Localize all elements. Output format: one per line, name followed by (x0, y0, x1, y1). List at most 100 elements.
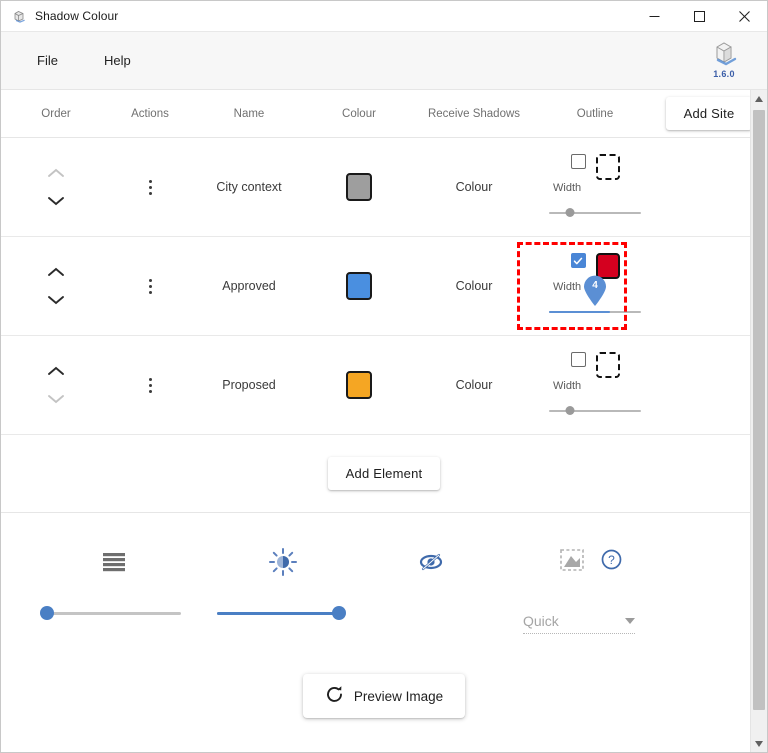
width-slider-track (549, 212, 641, 214)
add-element-band: Add Element (1, 435, 767, 513)
width-slider-thumb[interactable] (565, 406, 575, 415)
window-title: Shadow Colour (35, 9, 119, 23)
width-slider[interactable] (545, 206, 645, 220)
menu-help[interactable]: Help (90, 47, 145, 74)
header-name: Name (233, 107, 265, 120)
width-label: Width (553, 380, 582, 392)
refresh-icon (325, 685, 344, 707)
table-body: City context Colour Width Approved Colou… (1, 138, 767, 435)
row-menu-button[interactable] (148, 377, 152, 393)
tool-brightness (209, 541, 357, 621)
scrollbar-thumb[interactable] (753, 110, 765, 710)
row-menu-button[interactable] (148, 179, 152, 195)
preview-image-label: Preview Image (353, 688, 444, 704)
move-down-button[interactable] (45, 293, 67, 307)
tool-visibility (357, 541, 505, 583)
window-controls (632, 1, 767, 32)
header-outline: Outline (576, 107, 614, 120)
caret-down-icon (625, 618, 635, 624)
scroll-down-arrow[interactable] (751, 735, 767, 752)
brightness-slider[interactable] (217, 605, 346, 621)
width-slider[interactable] (545, 404, 645, 418)
move-down-button[interactable] (45, 194, 67, 208)
header-actions: Actions (131, 107, 169, 120)
tool-export: ? Quick (505, 541, 675, 634)
row-name: Proposed (222, 378, 276, 392)
slider-value-text: 4 (592, 280, 598, 291)
app-version: 1.6.0 (713, 69, 735, 79)
colour-swatch[interactable] (346, 371, 372, 399)
layers-slider[interactable] (40, 605, 181, 621)
svg-text:?: ? (608, 553, 615, 567)
preview-image-button[interactable]: Preview Image (302, 674, 466, 718)
add-site-button[interactable]: Add Site (665, 97, 753, 130)
slider-thumb[interactable] (332, 606, 346, 620)
slider-thumb[interactable] (40, 606, 54, 620)
tool-layers (19, 541, 209, 621)
colour-swatch[interactable] (346, 272, 372, 300)
main-content: Order Actions Name Colour Receive Shadow… (1, 89, 767, 752)
outline-checkbox[interactable] (570, 352, 586, 367)
menu-file[interactable]: File (23, 47, 72, 74)
export-icons: ? (505, 541, 675, 583)
name-cell: Approved (189, 237, 309, 335)
eye-off-icon[interactable] (357, 541, 505, 583)
receive-shadows-cell: Colour (409, 237, 539, 335)
actions-cell (111, 336, 189, 434)
outline-cell: Width (539, 138, 651, 236)
table-header: Order Actions Name Colour Receive Shadow… (1, 90, 767, 138)
header-receive-shadows: Receive Shadows (427, 107, 521, 120)
outline-checkbox[interactable] (570, 253, 586, 268)
move-up-button[interactable] (45, 265, 67, 279)
width-slider-track (549, 410, 641, 412)
help-circle-icon[interactable]: ? (601, 549, 622, 575)
table-row: Approved Colour Width 4 (1, 237, 767, 336)
colour-cell (309, 336, 409, 434)
vertical-scrollbar[interactable] (750, 90, 767, 752)
table-row: City context Colour Width (1, 138, 767, 237)
brightness-sun-icon[interactable] (209, 541, 357, 583)
minimize-button[interactable] (632, 1, 677, 32)
row-name: City context (216, 180, 282, 194)
header-colour: Colour (342, 107, 376, 120)
move-up-button[interactable] (45, 364, 67, 378)
receive-shadows-cell: Colour (409, 336, 539, 434)
table-row: Proposed Colour Width (1, 336, 767, 435)
maximize-button[interactable] (677, 1, 722, 32)
receive-shadows-colour-label[interactable]: Colour (456, 378, 493, 392)
image-crop-icon (559, 547, 587, 578)
outline-checkbox[interactable] (570, 154, 586, 169)
width-slider[interactable]: 4 (545, 275, 645, 319)
move-down-button[interactable] (45, 392, 67, 406)
outline-colour-swatch[interactable] (595, 352, 620, 378)
move-up-button[interactable] (45, 166, 67, 180)
outline-colour-swatch[interactable] (595, 154, 620, 180)
header-order: Order (41, 107, 71, 120)
row-menu-button[interactable] (148, 278, 152, 294)
close-button[interactable] (722, 1, 767, 32)
slider-fill (217, 612, 339, 615)
add-element-button[interactable]: Add Element (327, 457, 441, 490)
brand-logo: 1.6.0 (709, 38, 739, 79)
colour-swatch[interactable] (346, 173, 372, 201)
layers-lines-icon[interactable] (19, 541, 209, 583)
quality-dropdown[interactable]: Quick (523, 613, 635, 634)
preview-band: Preview Image (1, 653, 767, 739)
menu-bar: File Help 1.6.0 (1, 32, 767, 89)
receive-shadows-colour-label[interactable]: Colour (456, 279, 493, 293)
outline-cell: Width (539, 336, 651, 434)
tools-band: ? Quick (1, 513, 767, 653)
receive-shadows-cell: Colour (409, 138, 539, 236)
colour-cell (309, 138, 409, 236)
scroll-up-arrow[interactable] (751, 90, 767, 107)
actions-cell (111, 138, 189, 236)
width-label: Width (553, 182, 582, 194)
slider-track (47, 612, 181, 615)
order-cell (1, 336, 111, 434)
order-cell (1, 138, 111, 236)
width-slider-thumb[interactable] (565, 208, 575, 217)
slider-value-pin: 4 (582, 275, 608, 312)
outline-cell: Width 4 (539, 237, 651, 335)
name-cell: Proposed (189, 336, 309, 434)
receive-shadows-colour-label[interactable]: Colour (456, 180, 493, 194)
